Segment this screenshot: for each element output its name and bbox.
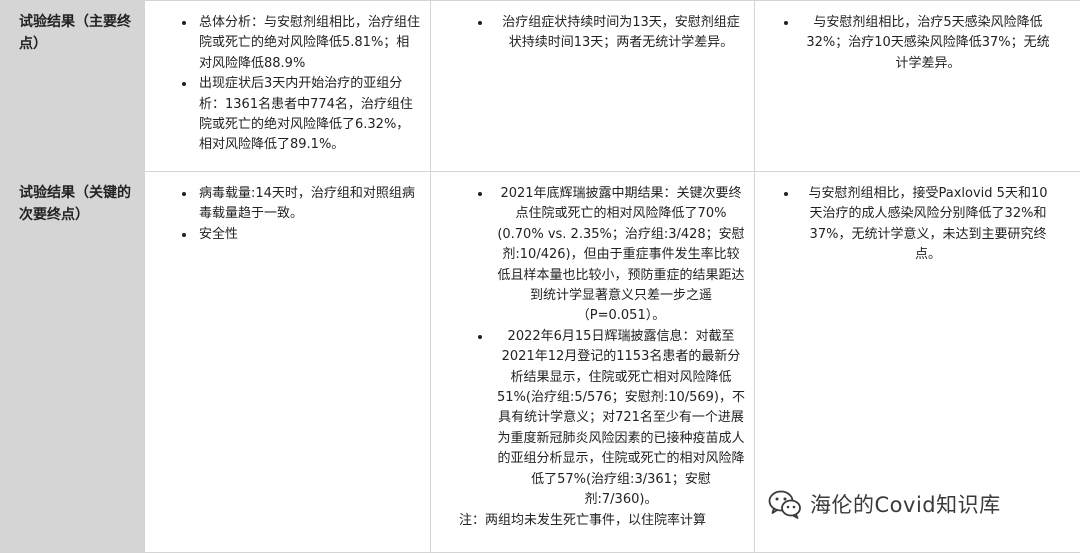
list-item: 安全性 (199, 225, 421, 245)
list-item: 病毒载量:14天时，治疗组和对照组病毒载量趋于一致。 (199, 184, 421, 225)
list-item: 2022年6月15日辉瑞披露信息：对截至2021年12月登记的1153名患者的最… (497, 327, 745, 511)
wechat-icon (768, 489, 802, 519)
cell-secondary-1: 病毒载量:14天时，治疗组和对照组病毒载量趋于一致。 安全性 (145, 172, 431, 553)
cell-primary-2: 治疗组症状持续时间为13天，安慰剂组症状持续时间13天；两者无统计学差异。 (431, 1, 755, 172)
cell-primary-3: 与安慰剂组相比，治疗5天感染风险降低32%；治疗10天感染风险降低37%；无统计… (755, 1, 1080, 172)
bullet-list: 2021年底辉瑞披露中期结果：关键次要终点住院或死亡的相对风险降低了70%(0.… (441, 184, 745, 511)
bullet-list: 病毒载量:14天时，治疗组和对照组病毒载量趋于一致。 安全性 (155, 184, 421, 245)
list-item: 出现症状后3天内开始治疗的亚组分析：1361名患者中774名，治疗组住院或死亡的… (199, 74, 421, 156)
list-item: 与安慰剂组相比，治疗5天感染风险降低32%；治疗10天感染风险降低37%；无统计… (803, 13, 1053, 74)
watermark: 海伦的Covid知识库 (768, 488, 1058, 520)
list-item: 与安慰剂组相比，接受Paxlovid 5天和10天治疗的成人感染风险分别降低了3… (803, 184, 1053, 266)
table-row-primary: 试验结果（主要终点） 总体分析：与安慰剂组相比，治疗组住院或死亡的绝对风险降低5… (1, 1, 1080, 172)
list-item: 总体分析：与安慰剂组相比，治疗组住院或死亡的绝对风险降低5.81%；相对风险降低… (199, 13, 421, 74)
bullet-list: 与安慰剂组相比，治疗5天感染风险降低32%；治疗10天感染风险降低37%；无统计… (765, 13, 1053, 74)
row-label-primary: 试验结果（主要终点） (1, 1, 145, 172)
cell-secondary-2: 2021年底辉瑞披露中期结果：关键次要终点住院或死亡的相对风险降低了70%(0.… (431, 172, 755, 553)
list-item: 2021年底辉瑞披露中期结果：关键次要终点住院或死亡的相对风险降低了70%(0.… (497, 184, 745, 327)
bullet-list: 总体分析：与安慰剂组相比，治疗组住院或死亡的绝对风险降低5.81%；相对风险降低… (155, 13, 421, 156)
list-item: 治疗组症状持续时间为13天，安慰剂组症状持续时间13天；两者无统计学差异。 (497, 13, 745, 54)
table-note: 注：两组均未发生死亡事件，以住院率计算 (441, 511, 744, 531)
bullet-list: 与安慰剂组相比，接受Paxlovid 5天和10天治疗的成人感染风险分别降低了3… (765, 184, 1053, 266)
row-label-secondary: 试验结果（关键的次要终点） (1, 172, 145, 553)
bullet-list: 治疗组症状持续时间为13天，安慰剂组症状持续时间13天；两者无统计学差异。 (441, 13, 745, 54)
cell-primary-1: 总体分析：与安慰剂组相比，治疗组住院或死亡的绝对风险降低5.81%；相对风险降低… (145, 1, 431, 172)
results-table: 试验结果（主要终点） 总体分析：与安慰剂组相比，治疗组住院或死亡的绝对风险降低5… (0, 0, 1080, 553)
watermark-text: 海伦的Covid知识库 (810, 489, 1001, 519)
